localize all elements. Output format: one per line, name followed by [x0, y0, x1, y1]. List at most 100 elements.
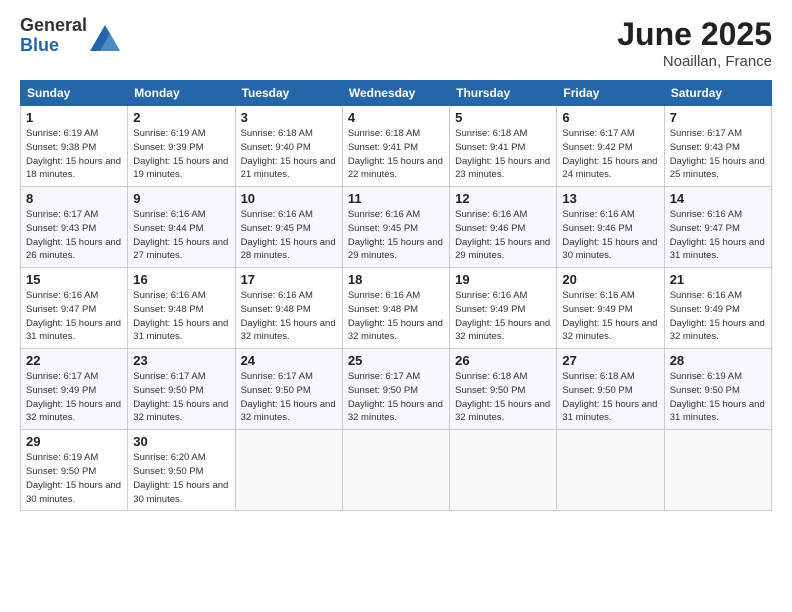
- day-number: 16: [133, 272, 229, 287]
- day-info: Sunrise: 6:16 AMSunset: 9:46 PMDaylight:…: [455, 208, 551, 263]
- day-cell-8: 8Sunrise: 6:17 AMSunset: 9:43 PMDaylight…: [21, 187, 128, 268]
- day-info: Sunrise: 6:17 AMSunset: 9:50 PMDaylight:…: [241, 370, 337, 425]
- day-info: Sunrise: 6:18 AMSunset: 9:50 PMDaylight:…: [455, 370, 551, 425]
- day-number: 26: [455, 353, 551, 368]
- day-cell-15: 15Sunrise: 6:16 AMSunset: 9:47 PMDayligh…: [21, 268, 128, 349]
- title-block: June 2025 Noaillan, France: [617, 16, 772, 70]
- day-cell-29: 29 Sunrise: 6:19 AMSunset: 9:50 PMDayligh…: [21, 430, 128, 511]
- day-cell-28: 28 Sunrise: 6:19 AMSunset: 9:50 PMDayligh…: [664, 349, 771, 430]
- day-number: 22: [26, 353, 122, 368]
- day-info: Sunrise: 6:16 AMSunset: 9:48 PMDaylight:…: [241, 289, 337, 344]
- day-cell-21: 21 Sunrise: 6:16 AMSunset: 9:49 PMDayligh…: [664, 268, 771, 349]
- day-info: Sunrise: 6:16 AMSunset: 9:49 PMDaylight:…: [562, 289, 658, 344]
- day-cell-2: 2Sunrise: 6:19 AMSunset: 9:39 PMDaylight…: [128, 106, 235, 187]
- day-info: Sunrise: 6:17 AMSunset: 9:43 PMDaylight:…: [670, 127, 766, 182]
- day-number: 3: [241, 110, 337, 125]
- day-info: Sunrise: 6:17 AMSunset: 9:49 PMDaylight:…: [26, 370, 122, 425]
- empty-cell: [557, 430, 664, 511]
- day-info: Sunrise: 6:18 AMSunset: 9:41 PMDaylight:…: [455, 127, 551, 182]
- day-cell-7: 7Sunrise: 6:17 AMSunset: 9:43 PMDaylight…: [664, 106, 771, 187]
- day-info: Sunrise: 6:16 AMSunset: 9:44 PMDaylight:…: [133, 208, 229, 263]
- header-row: SundayMondayTuesdayWednesdayThursdayFrid…: [21, 81, 772, 106]
- header-cell-thursday: Thursday: [450, 81, 557, 106]
- day-number: 20: [562, 272, 658, 287]
- header-cell-sunday: Sunday: [21, 81, 128, 106]
- day-number: 27: [562, 353, 658, 368]
- day-cell-16: 16Sunrise: 6:16 AMSunset: 9:48 PMDayligh…: [128, 268, 235, 349]
- day-cell-4: 4 Sunrise: 6:18 AMSunset: 9:41 PMDaylight…: [342, 106, 449, 187]
- day-info: Sunrise: 6:16 AMSunset: 9:48 PMDaylight:…: [348, 289, 444, 344]
- day-number: 23: [133, 353, 229, 368]
- logo-icon: [90, 23, 120, 53]
- week-row-4: 22 Sunrise: 6:17 AMSunset: 9:49 PMDayligh…: [21, 349, 772, 430]
- day-number: 5: [455, 110, 551, 125]
- day-number: 19: [455, 272, 551, 287]
- day-cell-26: 26 Sunrise: 6:18 AMSunset: 9:50 PMDayligh…: [450, 349, 557, 430]
- day-info: Sunrise: 6:16 AMSunset: 9:49 PMDaylight:…: [670, 289, 766, 344]
- week-row-1: 1 Sunrise: 6:19 AMSunset: 9:38 PMDaylight…: [21, 106, 772, 187]
- day-number: 28: [670, 353, 766, 368]
- day-cell-23: 23 Sunrise: 6:17 AMSunset: 9:50 PMDayligh…: [128, 349, 235, 430]
- week-row-5: 29 Sunrise: 6:19 AMSunset: 9:50 PMDayligh…: [21, 430, 772, 511]
- header-cell-monday: Monday: [128, 81, 235, 106]
- day-info: Sunrise: 6:16 AMSunset: 9:45 PMDaylight:…: [348, 208, 444, 263]
- day-number: 1: [26, 110, 122, 125]
- day-cell-11: 11 Sunrise: 6:16 AMSunset: 9:45 PMDayligh…: [342, 187, 449, 268]
- header-cell-friday: Friday: [557, 81, 664, 106]
- day-number: 9: [133, 191, 229, 206]
- day-cell-14: 14 Sunrise: 6:16 AMSunset: 9:47 PMDayligh…: [664, 187, 771, 268]
- day-cell-12: 12 Sunrise: 6:16 AMSunset: 9:46 PMDayligh…: [450, 187, 557, 268]
- day-info: Sunrise: 6:16 AMSunset: 9:47 PMDaylight:…: [26, 289, 122, 344]
- day-cell-13: 13 Sunrise: 6:16 AMSunset: 9:46 PMDayligh…: [557, 187, 664, 268]
- empty-cell: [450, 430, 557, 511]
- empty-cell: [235, 430, 342, 511]
- header-cell-tuesday: Tuesday: [235, 81, 342, 106]
- week-row-2: 8Sunrise: 6:17 AMSunset: 9:43 PMDaylight…: [21, 187, 772, 268]
- day-number: 11: [348, 191, 444, 206]
- day-cell-24: 24 Sunrise: 6:17 AMSunset: 9:50 PMDayligh…: [235, 349, 342, 430]
- day-number: 21: [670, 272, 766, 287]
- day-number: 13: [562, 191, 658, 206]
- day-info: Sunrise: 6:19 AMSunset: 9:50 PMDaylight:…: [670, 370, 766, 425]
- day-cell-25: 25Sunrise: 6:17 AMSunset: 9:50 PMDayligh…: [342, 349, 449, 430]
- day-number: 25: [348, 353, 444, 368]
- day-info: Sunrise: 6:19 AMSunset: 9:50 PMDaylight:…: [26, 451, 122, 506]
- day-cell-18: 18 Sunrise: 6:16 AMSunset: 9:48 PMDayligh…: [342, 268, 449, 349]
- day-number: 18: [348, 272, 444, 287]
- calendar-table: SundayMondayTuesdayWednesdayThursdayFrid…: [20, 80, 772, 511]
- day-info: Sunrise: 6:20 AMSunset: 9:50 PMDaylight:…: [133, 451, 229, 506]
- empty-cell: [342, 430, 449, 511]
- day-number: 30: [133, 434, 229, 449]
- day-number: 12: [455, 191, 551, 206]
- day-number: 29: [26, 434, 122, 449]
- day-number: 10: [241, 191, 337, 206]
- day-info: Sunrise: 6:18 AMSunset: 9:40 PMDaylight:…: [241, 127, 337, 182]
- day-number: 4: [348, 110, 444, 125]
- week-row-3: 15Sunrise: 6:16 AMSunset: 9:47 PMDayligh…: [21, 268, 772, 349]
- day-info: Sunrise: 6:16 AMSunset: 9:47 PMDaylight:…: [670, 208, 766, 263]
- header-cell-saturday: Saturday: [664, 81, 771, 106]
- logo-general: General: [20, 16, 87, 36]
- day-info: Sunrise: 6:16 AMSunset: 9:45 PMDaylight:…: [241, 208, 337, 263]
- day-info: Sunrise: 6:18 AMSunset: 9:50 PMDaylight:…: [562, 370, 658, 425]
- day-cell-20: 20 Sunrise: 6:16 AMSunset: 9:49 PMDayligh…: [557, 268, 664, 349]
- page: General Blue June 2025 Noaillan, France …: [0, 0, 792, 612]
- day-cell-1: 1 Sunrise: 6:19 AMSunset: 9:38 PMDaylight…: [21, 106, 128, 187]
- day-cell-3: 3 Sunrise: 6:18 AMSunset: 9:40 PMDaylight…: [235, 106, 342, 187]
- day-cell-22: 22 Sunrise: 6:17 AMSunset: 9:49 PMDayligh…: [21, 349, 128, 430]
- day-number: 14: [670, 191, 766, 206]
- day-info: Sunrise: 6:18 AMSunset: 9:41 PMDaylight:…: [348, 127, 444, 182]
- day-number: 8: [26, 191, 122, 206]
- day-info: Sunrise: 6:19 AMSunset: 9:38 PMDaylight:…: [26, 127, 122, 182]
- day-cell-17: 17 Sunrise: 6:16 AMSunset: 9:48 PMDayligh…: [235, 268, 342, 349]
- day-cell-9: 9 Sunrise: 6:16 AMSunset: 9:44 PMDaylight…: [128, 187, 235, 268]
- title-month: June 2025: [617, 16, 772, 53]
- day-cell-10: 10 Sunrise: 6:16 AMSunset: 9:45 PMDayligh…: [235, 187, 342, 268]
- day-info: Sunrise: 6:16 AMSunset: 9:46 PMDaylight:…: [562, 208, 658, 263]
- day-info: Sunrise: 6:17 AMSunset: 9:50 PMDaylight:…: [133, 370, 229, 425]
- day-number: 24: [241, 353, 337, 368]
- day-number: 17: [241, 272, 337, 287]
- day-info: Sunrise: 6:16 AMSunset: 9:49 PMDaylight:…: [455, 289, 551, 344]
- logo-blue: Blue: [20, 36, 87, 56]
- day-number: 6: [562, 110, 658, 125]
